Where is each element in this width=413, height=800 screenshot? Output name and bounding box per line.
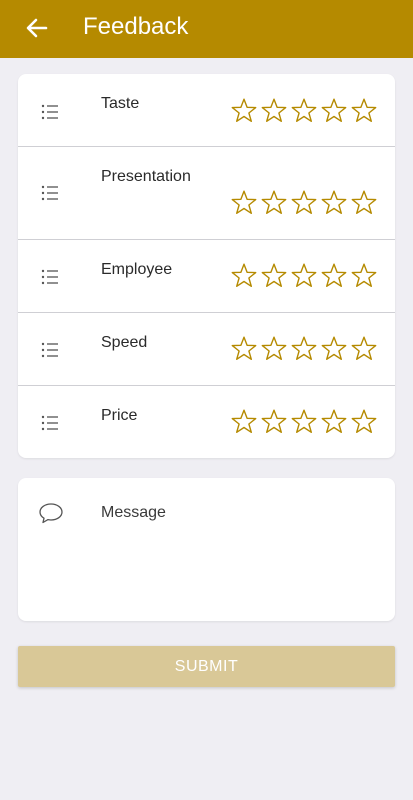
ratings-card: Taste Presentation Employee Speed Price	[18, 74, 395, 458]
chat-bubble-icon	[39, 503, 63, 524]
rating-row-presentation: Presentation	[18, 147, 395, 240]
rating-label: Employee	[101, 261, 173, 278]
star-icon[interactable]	[259, 334, 289, 362]
back-button[interactable]	[22, 13, 52, 43]
star-rating[interactable]	[229, 261, 379, 289]
star-icon[interactable]	[319, 261, 349, 289]
page-title: Feedback	[83, 13, 189, 40]
message-card	[18, 478, 395, 621]
star-icon[interactable]	[259, 188, 289, 216]
star-icon[interactable]	[259, 96, 289, 124]
rating-label: Presentation	[101, 168, 191, 185]
star-icon[interactable]	[319, 188, 349, 216]
message-input[interactable]	[101, 504, 381, 522]
rating-row-taste: Taste	[18, 74, 395, 147]
rating-row-speed: Speed	[18, 313, 395, 386]
star-rating[interactable]	[229, 188, 379, 216]
list-icon	[41, 415, 58, 431]
list-icon	[41, 104, 58, 120]
star-icon[interactable]	[259, 407, 289, 435]
rating-label: Speed	[101, 334, 148, 351]
app-bar: Feedback	[0, 0, 413, 58]
star-icon[interactable]	[319, 96, 349, 124]
star-icon[interactable]	[349, 188, 379, 216]
star-icon[interactable]	[289, 261, 319, 289]
star-icon[interactable]	[349, 96, 379, 124]
list-icon	[41, 342, 58, 358]
star-icon[interactable]	[319, 407, 349, 435]
rating-label: Price	[101, 407, 138, 424]
star-icon[interactable]	[259, 261, 289, 289]
star-icon[interactable]	[289, 407, 319, 435]
arrow-left-icon	[26, 18, 48, 38]
star-icon[interactable]	[229, 261, 259, 289]
list-icon	[41, 185, 58, 201]
star-icon[interactable]	[229, 334, 259, 362]
star-icon[interactable]	[349, 334, 379, 362]
star-rating[interactable]	[229, 96, 379, 124]
star-icon[interactable]	[349, 261, 379, 289]
star-icon[interactable]	[229, 96, 259, 124]
list-icon	[41, 269, 58, 285]
star-icon[interactable]	[289, 188, 319, 216]
submit-button[interactable]: SUBMIT	[18, 646, 395, 687]
star-icon[interactable]	[289, 96, 319, 124]
rating-row-employee: Employee	[18, 240, 395, 313]
star-icon[interactable]	[229, 407, 259, 435]
star-icon[interactable]	[289, 334, 319, 362]
star-icon[interactable]	[319, 334, 349, 362]
star-icon[interactable]	[349, 407, 379, 435]
star-icon[interactable]	[229, 188, 259, 216]
rating-label: Taste	[101, 95, 140, 112]
star-rating[interactable]	[229, 334, 379, 362]
rating-row-price: Price	[18, 386, 395, 458]
star-rating[interactable]	[229, 407, 379, 435]
